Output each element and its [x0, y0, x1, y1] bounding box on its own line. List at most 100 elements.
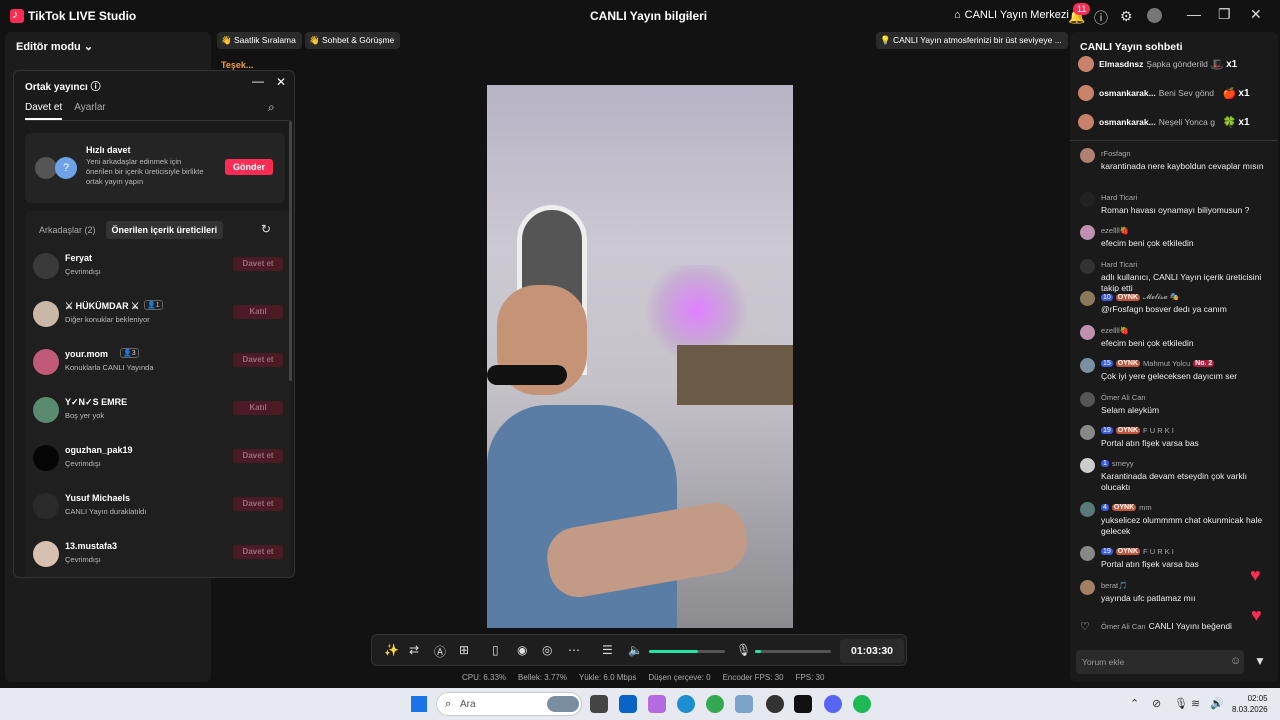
invite-button[interactable]: Davet et: [233, 257, 283, 271]
avatar[interactable]: [1080, 502, 1095, 517]
share-icon[interactable]: ⤳: [682, 8, 692, 24]
copilot-icon[interactable]: [648, 695, 666, 713]
avatar[interactable]: [1080, 392, 1095, 407]
chat-username[interactable]: rFosfagn: [1101, 149, 1131, 158]
chevron-up-icon[interactable]: ⌃: [1130, 697, 1139, 710]
help-icon[interactable]: ⓘ: [1094, 8, 1108, 28]
invite-button[interactable]: Katıl: [233, 305, 283, 319]
avatar[interactable]: [1080, 458, 1095, 473]
chrome-icon[interactable]: [706, 695, 724, 713]
spotify-icon[interactable]: [853, 695, 871, 713]
editor-mode-dropdown[interactable]: Editör modu ⌄: [16, 40, 93, 53]
phone-icon[interactable]: ▯: [492, 643, 499, 657]
chat-username[interactable]: Mahmut Yolcu: [1143, 359, 1190, 368]
search-icon[interactable]: ⌕: [268, 100, 275, 115]
tab-settings[interactable]: Ayarlar: [74, 102, 106, 120]
video-preview[interactable]: [487, 85, 793, 628]
clock[interactable]: 02:05 8.03.2026: [1232, 693, 1268, 715]
tab-suggested[interactable]: Önerilen içerik üreticileri: [105, 221, 224, 239]
chat-message: Hard Ticari adlı kullanıcı, CANLI Yayın …: [1080, 259, 1274, 293]
avatar[interactable]: [1080, 425, 1095, 440]
invite-button[interactable]: Davet et: [233, 545, 283, 559]
capture-icon[interactable]: ◎: [542, 643, 552, 657]
creator-name: oguzhan_pak19: [65, 445, 133, 455]
windows-start-icon[interactable]: [411, 696, 427, 712]
minimize-icon[interactable]: —: [1187, 6, 1201, 22]
avatar[interactable]: [1080, 259, 1095, 274]
speaker-icon[interactable]: 🔊: [1210, 697, 1224, 710]
outlook-icon[interactable]: [619, 695, 637, 713]
close-icon[interactable]: ✕: [1250, 6, 1262, 23]
chat-username[interactable]: ezellll🍓: [1101, 226, 1129, 235]
chat-title: CANLI Yayın sohbeti: [1080, 41, 1183, 53]
send-button[interactable]: Gönder: [225, 159, 273, 175]
chat-username[interactable]: smeyy: [1112, 459, 1134, 468]
taskbar-search[interactable]: ⌕ Ara: [436, 692, 582, 716]
magic-wand-icon[interactable]: ✨: [384, 643, 399, 657]
invite-button[interactable]: Davet et: [233, 497, 283, 511]
tab-invite[interactable]: Davet et: [25, 102, 63, 120]
avatar[interactable]: [1080, 358, 1095, 373]
live-center-button[interactable]: ⌂ CANLI Yayın Merkezi: [954, 9, 1069, 21]
chat-username[interactable]: Hard Ticari: [1101, 260, 1137, 269]
scrollbar[interactable]: [289, 121, 292, 381]
translate-icon[interactable]: ⇄: [409, 643, 419, 657]
chat-username[interactable]: ezellll🍓: [1101, 326, 1129, 335]
tab-friends[interactable]: Arkadaşlar (2): [37, 221, 98, 239]
avatar[interactable]: [1080, 225, 1095, 240]
tiktok-taskbar-icon[interactable]: [794, 695, 812, 713]
volume-slider[interactable]: [649, 650, 725, 653]
add-source-icon[interactable]: ⊞: [459, 643, 469, 657]
invite-button[interactable]: Davet et: [233, 449, 283, 463]
chat-message: rFosfagn karantinada nere kayboldun ceva…: [1080, 148, 1274, 176]
sliders-icon[interactable]: ☰: [602, 643, 613, 657]
more-icon[interactable]: ⋯: [568, 643, 580, 657]
volume-icon[interactable]: 🔈: [628, 643, 643, 657]
microphone-icon[interactable]: 🎙: [1174, 697, 1188, 710]
friends-card: Arkadaşlar (2) Önerilen içerik üreticile…: [25, 211, 291, 577]
settings-app-icon[interactable]: [735, 695, 753, 713]
wifi-icon[interactable]: ≋: [1191, 697, 1200, 710]
network-off-icon[interactable]: ⊘: [1152, 697, 1161, 710]
chat-username[interactable]: 𝓜𝓮𝓵𝓲𝓼𝓪 🎭: [1143, 292, 1179, 302]
close-icon[interactable]: ✕: [276, 75, 286, 89]
avatar[interactable]: [1080, 325, 1095, 340]
avatar[interactable]: [1080, 546, 1095, 561]
invite-button[interactable]: Davet et: [233, 353, 283, 367]
maximize-icon[interactable]: ❐: [1218, 6, 1231, 23]
help-icon[interactable]: ⓘ: [91, 82, 101, 93]
chat-username[interactable]: Hard Ticari: [1101, 193, 1137, 202]
chat-username[interactable]: mm: [1139, 503, 1152, 512]
emoji-icon[interactable]: ☺: [1230, 655, 1241, 667]
hourly-ranking-chip[interactable]: 👋 Saatlik Sıralama: [217, 32, 302, 49]
ai-icon[interactable]: Ⓐ: [434, 643, 446, 660]
mic-slider[interactable]: [755, 650, 831, 653]
invite-button[interactable]: Katıl: [233, 401, 283, 415]
avatar: [33, 493, 59, 519]
avatar[interactable]: [1080, 192, 1095, 207]
obs-icon[interactable]: [766, 695, 784, 713]
chat-username[interactable]: F U R K I: [1143, 426, 1174, 435]
avatar[interactable]: [1080, 148, 1095, 163]
chat-username[interactable]: F U R K I: [1143, 547, 1174, 556]
avatar[interactable]: [1080, 291, 1095, 306]
message-text: Portal atın fişek varsa bas: [1101, 559, 1199, 569]
gear-icon[interactable]: ⚙: [1120, 8, 1133, 25]
minimize-icon[interactable]: —: [252, 74, 264, 88]
chat-username[interactable]: berat🎵: [1101, 581, 1127, 590]
file-manager-icon[interactable]: [590, 695, 608, 713]
microphone-icon[interactable]: 🎙: [736, 643, 751, 657]
chat-username[interactable]: Ömer Ali Can: [1101, 393, 1146, 402]
profile-avatar[interactable]: [1147, 8, 1162, 23]
message-header: 19 OYNK F U R K I: [1101, 426, 1174, 435]
edge-icon[interactable]: [677, 695, 695, 713]
refresh-icon[interactable]: ↻: [261, 222, 271, 236]
record-icon[interactable]: ◉: [517, 643, 527, 657]
chat-message: 1 smeyy Karantinada devam etseydin çok va…: [1080, 458, 1274, 492]
tip-chip[interactable]: 💡 CANLI Yayın atmosferinizi bir üst sevi…: [876, 32, 1068, 49]
discord-icon[interactable]: [824, 695, 842, 713]
comment-input[interactable]: Yorum ekle: [1076, 650, 1244, 674]
send-icon[interactable]: ▼: [1254, 654, 1266, 668]
avatar[interactable]: [1080, 580, 1095, 595]
chat-meet-chip[interactable]: 👋 Sohbet & Görüşme: [305, 32, 401, 49]
